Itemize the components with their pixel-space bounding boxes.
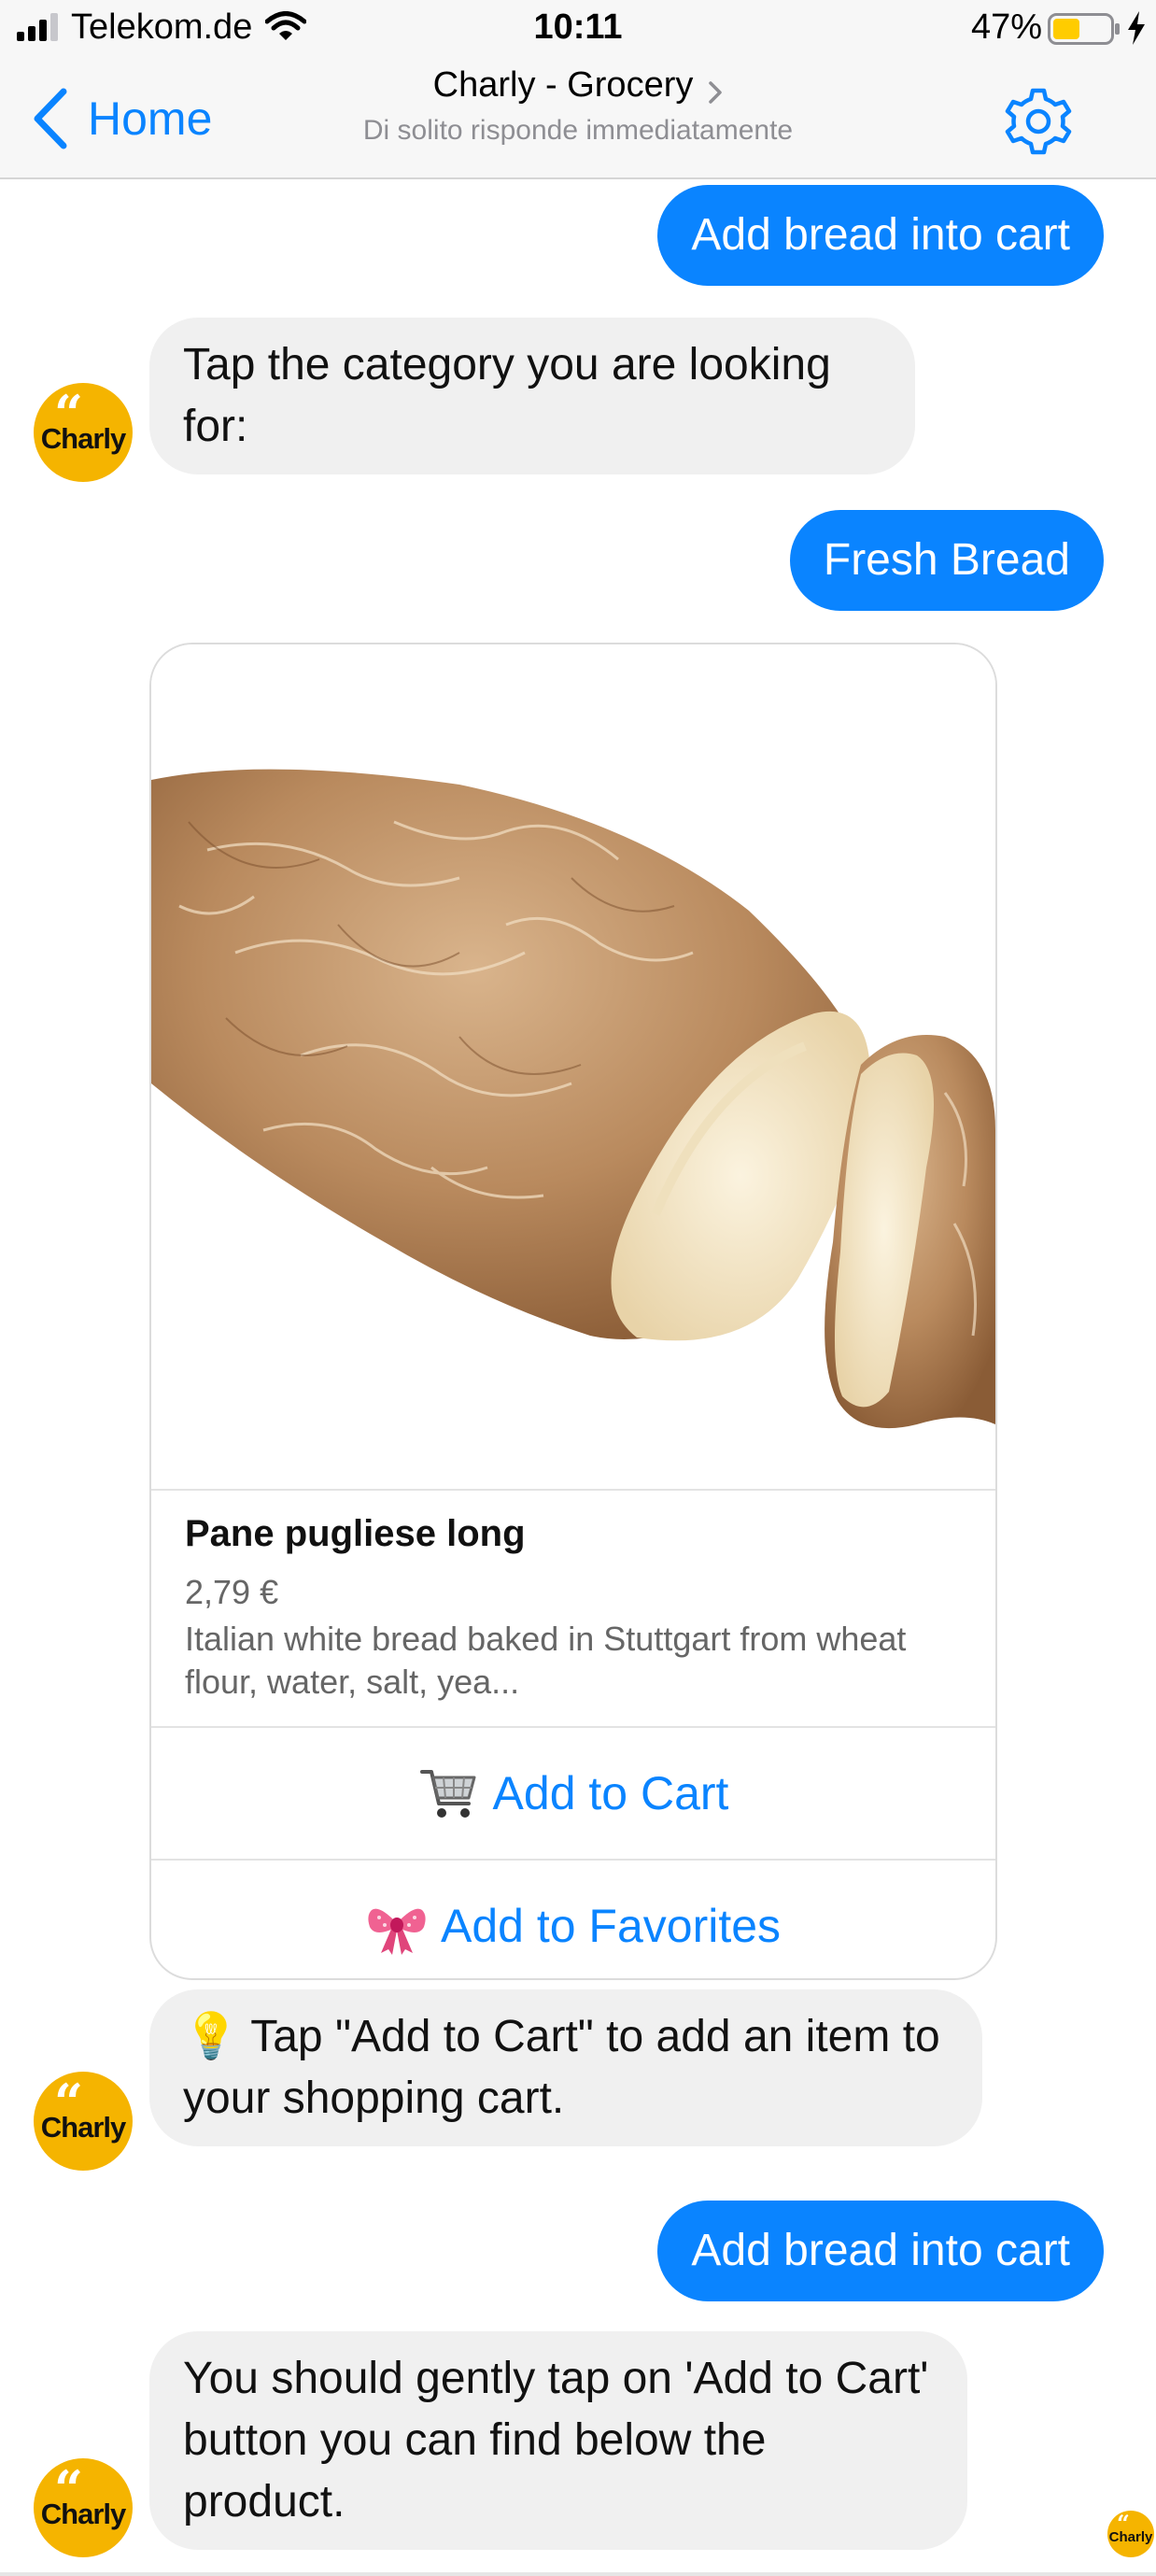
gear-icon[interactable]	[1001, 84, 1076, 159]
bot-avatar-label: Charly	[40, 422, 126, 455]
product-image[interactable]	[151, 644, 995, 1489]
bread-loaf-image	[151, 769, 995, 1429]
add-to-favorites-label: Add to Favorites	[440, 1900, 782, 1952]
incoming-message: 💡 Tap "Add to Cart" to add an item to yo…	[149, 1989, 982, 2146]
back-button-label: Home	[88, 92, 213, 145]
back-button[interactable]: Home	[32, 86, 212, 151]
product-details[interactable]: Pane pugliese long 2,79 € Italian white …	[151, 1489, 995, 1726]
add-to-cart-button[interactable]: Add to Cart	[151, 1726, 995, 1859]
status-bar: Telekom.de 10:11 47%	[0, 0, 1156, 58]
read-receipt-label: Charly	[1108, 2529, 1153, 2545]
read-receipt-avatar: “ Charly	[1107, 2511, 1154, 2557]
chevron-right-icon	[709, 81, 723, 104]
add-to-cart-label: Add to Cart	[492, 1767, 729, 1819]
battery-level-fill	[1053, 19, 1079, 39]
product-title: Pane pugliese long	[185, 1513, 526, 1554]
bot-avatar[interactable]: “ Charly	[34, 2458, 133, 2557]
conversation-title: Charly - Grocery	[432, 65, 694, 105]
navigation-bar: Home Charly - Grocery Di solito risponde…	[0, 58, 1156, 179]
product-description: Italian white bread baked in Stuttgart f…	[185, 1620, 907, 1701]
battery-percent: 47%	[971, 7, 1043, 47]
outgoing-message: Fresh Bread	[789, 510, 1104, 611]
add-to-favorites-button[interactable]: Add to Favorites	[151, 1859, 995, 1978]
bot-avatar[interactable]: “ Charly	[34, 2072, 133, 2171]
incoming-message: Tap the category you are looking for:	[149, 318, 915, 474]
shopping-cart-icon	[419, 1770, 476, 1818]
conversation-header[interactable]: Charly - Grocery Di solito risponde imme…	[233, 65, 923, 147]
bolt-icon	[1128, 11, 1145, 45]
product-price: 2,79 €	[185, 1573, 279, 1611]
conversation-subtitle: Di solito risponde immediatamente	[362, 115, 794, 146]
bot-avatar-label: Charly	[40, 2498, 126, 2530]
battery-icon	[1048, 13, 1120, 45]
incoming-message: You should gently tap on 'Add to Cart' b…	[149, 2331, 967, 2550]
product-card: Pane pugliese long 2,79 € Italian white …	[149, 643, 997, 1980]
bottom-divider	[0, 2572, 1156, 2576]
chevron-left-icon	[34, 88, 67, 149]
bot-avatar[interactable]: “ Charly	[34, 383, 133, 482]
ribbon-bow-icon	[368, 1908, 426, 1955]
bot-avatar-label: Charly	[40, 2111, 126, 2144]
outgoing-message: Add bread into cart	[657, 2201, 1104, 2301]
outgoing-message: Add bread into cart	[657, 185, 1104, 286]
